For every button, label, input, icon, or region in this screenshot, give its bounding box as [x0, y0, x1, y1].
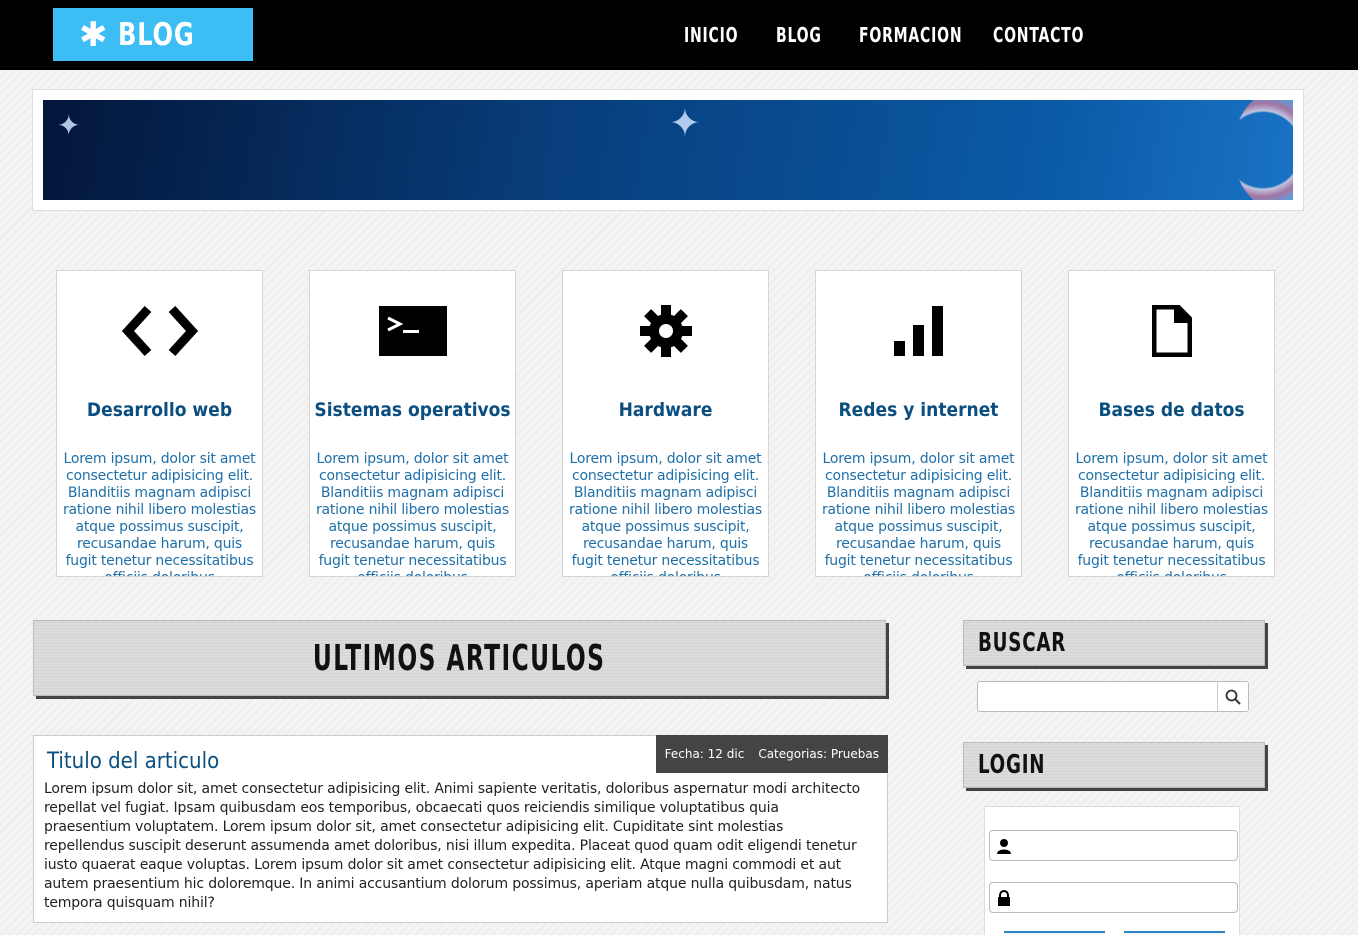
section-title: ULTIMOS ARTICULOS	[313, 637, 606, 679]
nav-item-contacto[interactable]: CONTACTO	[993, 20, 1083, 50]
card-text: Lorem ipsum, dolor sit amet consectetur …	[568, 451, 763, 576]
nav-item-inicio[interactable]: INICIO	[684, 20, 756, 50]
login-header: LOGIN	[963, 742, 1265, 788]
nav-item-formacion[interactable]: FORMACION	[859, 20, 964, 50]
article-title[interactable]: Titulo del articulo	[47, 749, 219, 774]
username-input[interactable]	[1018, 831, 1237, 860]
login-panel	[984, 806, 1240, 935]
gear-icon: ✱	[79, 14, 108, 55]
blog-logo[interactable]: ✱ BLOG	[53, 8, 253, 61]
username-field	[989, 830, 1238, 861]
star-decoration: ✦	[669, 101, 701, 145]
signal-bars-icon	[816, 303, 1021, 359]
code-icon	[57, 303, 262, 359]
password-field	[989, 882, 1238, 913]
card-title: Desarrollo web	[86, 399, 233, 421]
gear-icon	[563, 303, 768, 359]
lock-icon	[990, 889, 1018, 906]
search-icon	[1225, 689, 1241, 705]
card-text: Lorem ipsum, dolor sit amet consectetur …	[1074, 451, 1269, 576]
card-text: Lorem ipsum, dolor sit amet consectetur …	[62, 451, 257, 576]
search-input[interactable]	[978, 682, 1217, 711]
card-text: Lorem ipsum, dolor sit amet consectetur …	[315, 451, 510, 576]
register-button[interactable]	[1124, 931, 1225, 935]
latest-articles-header: ULTIMOS ARTICULOS	[33, 620, 886, 696]
category-card-redes-internet[interactable]: Redes y internet Lorem ipsum, dolor sit …	[815, 270, 1022, 577]
file-icon	[1069, 303, 1274, 359]
article-card: Fecha: 12 dic Categorias: Pruebas Titulo…	[33, 735, 888, 923]
password-input[interactable]	[1018, 883, 1237, 912]
article-meta: Fecha: 12 dic Categorias: Pruebas	[655, 735, 888, 773]
card-title: Hardware	[618, 399, 713, 421]
search-box	[977, 681, 1249, 712]
ornament-decoration	[1233, 100, 1293, 200]
banner-image: ✦ ✦	[43, 100, 1293, 200]
category-card-bases-datos[interactable]: Bases de datos Lorem ipsum, dolor sit am…	[1068, 270, 1275, 577]
star-decoration: ✦	[57, 109, 81, 142]
article-body: Lorem ipsum dolor sit, amet consectetur …	[44, 781, 860, 911]
article-category[interactable]: Categorias: Pruebas	[758, 747, 879, 761]
search-header: BUSCAR	[963, 620, 1265, 666]
user-icon	[990, 838, 1018, 854]
card-title: Bases de datos	[1098, 399, 1245, 421]
search-button[interactable]	[1217, 682, 1248, 711]
category-card-desarrollo-web[interactable]: Desarrollo web Lorem ipsum, dolor sit am…	[56, 270, 263, 577]
terminal-icon	[310, 303, 515, 359]
main-nav: INICIO BLOG FORMACION CONTACTO	[684, 20, 1093, 50]
top-navigation-bar: ✱ BLOG INICIO BLOG FORMACION CONTACTO	[0, 0, 1358, 70]
card-title: Sistemas operativos	[314, 399, 511, 421]
nav-item-blog[interactable]: BLOG	[776, 20, 841, 50]
card-title: Redes y internet	[838, 399, 999, 421]
login-button[interactable]	[1004, 931, 1105, 935]
login-title: LOGIN	[978, 750, 1046, 780]
banner-frame: ✦ ✦	[32, 89, 1304, 211]
card-text: Lorem ipsum, dolor sit amet consectetur …	[821, 451, 1016, 576]
article-date: Fecha: 12 dic	[664, 747, 745, 761]
category-card-hardware[interactable]: Hardware Lorem ipsum, dolor sit amet con…	[562, 270, 769, 577]
search-title: BUSCAR	[978, 628, 1067, 658]
logo-text: BLOG	[117, 16, 195, 53]
category-card-sistemas-operativos[interactable]: Sistemas operativos Lorem ipsum, dolor s…	[309, 270, 516, 577]
